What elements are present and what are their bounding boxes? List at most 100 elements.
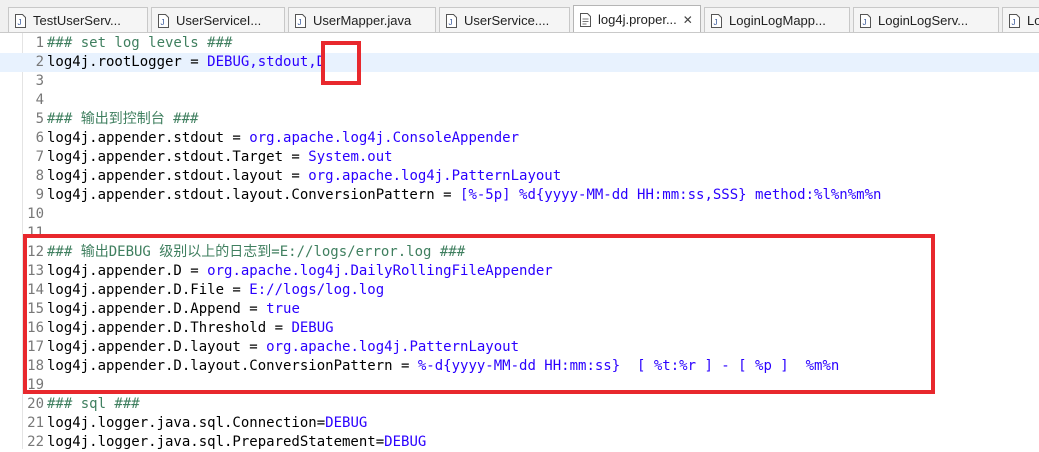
code-token: DEBUG,stdout,D — [207, 54, 326, 70]
code-token: ### — [47, 111, 81, 127]
tab-testuserservice[interactable]: J TestUserServ... — [8, 7, 148, 32]
properties-file-icon — [580, 12, 591, 27]
tab-label: log4j.proper... — [598, 12, 677, 27]
line-code: log4j.appender.stdout.Target = System.ou… — [47, 148, 393, 167]
tab-userserviceimpl[interactable]: J UserServiceI... — [151, 7, 285, 32]
line-number: 21 — [27, 415, 44, 431]
line-number: 11 — [27, 225, 44, 241]
line-code: log4j.logger.java.sql.Connection=DEBUG — [47, 414, 367, 433]
code-line[interactable]: 15 log4j.appender.D.Append = true — [0, 300, 1039, 319]
code-line[interactable]: 21 log4j.logger.java.sql.Connection=DEBUG — [0, 414, 1039, 433]
code-line[interactable]: 20 ### sql ### — [0, 395, 1039, 414]
line-code: log4j.appender.D.File = E://logs/log.log — [47, 281, 384, 300]
code-line[interactable]: 7 log4j.appender.stdout.Target = System.o… — [0, 148, 1039, 167]
code-token: 输出DEBUG 级别以上的日志到 — [80, 244, 272, 260]
code-line[interactable]: 3 — [0, 72, 1039, 91]
code-token: DEBUG — [384, 434, 427, 450]
java-file-icon: J — [860, 13, 871, 28]
tab-userservice[interactable]: J UserService.... — [439, 7, 570, 32]
java-file-icon: J — [1009, 13, 1020, 28]
tab-usermapper[interactable]: J UserMapper.java — [288, 7, 436, 32]
code-token: =E://logs/error.log ### — [271, 244, 466, 260]
line-number: 5 — [35, 111, 44, 127]
code-line[interactable]: 14 log4j.appender.D.File = E://logs/log.l… — [0, 281, 1039, 300]
code-token: log4j.appender.stdout.layout.ConversionP… — [47, 187, 461, 203]
tab-loginlogmapper[interactable]: J LoginLogMapp... — [704, 7, 850, 32]
tab-log4j-properties[interactable]: log4j.proper... ✕ — [573, 5, 701, 32]
code-token: org.apache.log4j.PatternLayout — [308, 168, 562, 184]
code-line[interactable]: 10 — [0, 205, 1039, 224]
code-token: org.apache.log4j.DailyRollingFileAppende… — [207, 263, 553, 279]
code-token: log4j.appender.D.layout.ConversionPatter… — [47, 358, 418, 374]
svg-text:J: J — [298, 18, 302, 27]
tab-label: UserService.... — [464, 13, 550, 28]
tab-label: TestUserServ... — [33, 13, 121, 28]
svg-text:J: J — [18, 18, 22, 27]
line-number: 19 — [27, 377, 44, 393]
code-token: log4j.appender.D.File = — [47, 282, 250, 298]
code-token: org.apache.log4j.ConsoleAppender — [249, 130, 520, 146]
code-line[interactable]: 13 log4j.appender.D = org.apache.log4j.Da… — [0, 262, 1039, 281]
code-token: true — [266, 301, 300, 317]
code-token: log4j.logger.java.sql.Connection= — [47, 415, 326, 431]
tab-label: UserServiceI... — [176, 13, 262, 28]
line-number: 22 — [27, 434, 44, 450]
code-line[interactable]: 1 ### set log levels ### — [0, 34, 1039, 53]
line-number: 6 — [35, 130, 44, 146]
line-number: 18 — [27, 358, 44, 374]
code-line[interactable]: 9 log4j.appender.stdout.layout.Conversion… — [0, 186, 1039, 205]
code-line[interactable]: 19 — [0, 376, 1039, 395]
tab-overflow[interactable]: J Lo — [1002, 7, 1039, 32]
java-file-icon: J — [158, 13, 169, 28]
line-number: 20 — [27, 396, 44, 412]
code-editor[interactable]: 1 ### set log levels ### 2 log4j.rootLogger… — [0, 33, 1039, 452]
svg-text:J: J — [1012, 18, 1016, 27]
line-code: ### set log levels ### — [47, 34, 232, 53]
code-line[interactable]: 11 — [0, 224, 1039, 243]
line-number: 3 — [35, 73, 44, 89]
code-line[interactable]: 5 ### 输出到控制台 ### — [0, 110, 1039, 129]
java-file-icon: J — [711, 13, 722, 28]
line-number: 13 — [27, 263, 44, 279]
code-token: 输出到控制台 — [80, 111, 165, 127]
code-token: log4j.appender.D.Append = — [47, 301, 267, 317]
line-number: 16 — [27, 320, 44, 336]
line-code: ### 输出DEBUG 级别以上的日志到=E://logs/error.log … — [47, 243, 465, 262]
code-line[interactable]: 22 log4j.logger.java.sql.PreparedStatemen… — [0, 433, 1039, 452]
code-line[interactable]: 12 ### 输出DEBUG 级别以上的日志到=E://logs/error.lo… — [0, 243, 1039, 262]
code-token: log4j.appender.D.layout = — [47, 339, 267, 355]
line-code: log4j.appender.D.layout = org.apache.log… — [47, 338, 519, 357]
line-number: 14 — [27, 282, 44, 298]
line-code: log4j.appender.D = org.apache.log4j.Dail… — [47, 262, 553, 281]
code-line[interactable]: 4 — [0, 91, 1039, 110]
svg-text:J: J — [161, 18, 165, 27]
code-token: E://logs/log.log — [249, 282, 385, 298]
code-line[interactable]: 16 log4j.appender.D.Threshold = DEBUG — [0, 319, 1039, 338]
code-token: ### set log levels ### — [47, 35, 233, 51]
tab-label: UserMapper.java — [313, 13, 412, 28]
line-number: 9 — [35, 187, 44, 203]
code-line[interactable]: 17 log4j.appender.D.layout = org.apache.l… — [0, 338, 1039, 357]
code-token: ### — [164, 111, 199, 127]
code-line[interactable]: 18 log4j.appender.D.layout.ConversionPatt… — [0, 357, 1039, 376]
code-token: %-d{yyyy-MM-dd HH:mm:ss} [ %t:%r ] - [ %… — [417, 358, 840, 374]
java-file-icon: J — [446, 13, 457, 28]
code-token: org.apache.log4j.PatternLayout — [266, 339, 520, 355]
code-token: [%-5p] %d{yyyy-MM-dd HH:mm:ss,SSS} metho… — [460, 187, 882, 203]
java-file-icon: J — [295, 13, 306, 28]
svg-text:J: J — [863, 18, 867, 27]
code-line[interactable]: 2 log4j.rootLogger = DEBUG,stdout,D — [0, 53, 1039, 72]
close-tab-icon[interactable]: ✕ — [683, 13, 693, 27]
line-code: log4j.logger.java.sql.PreparedStatement=… — [47, 433, 426, 452]
java-file-icon: J — [15, 13, 26, 28]
line-code: log4j.rootLogger = DEBUG,stdout,D — [47, 53, 325, 72]
code-line[interactable]: 8 log4j.appender.stdout.layout = org.apac… — [0, 167, 1039, 186]
line-code: log4j.appender.stdout.layout.ConversionP… — [47, 186, 881, 205]
code-line[interactable]: 6 log4j.appender.stdout = org.apache.log4… — [0, 129, 1039, 148]
tab-loginlogservice[interactable]: J LoginLogServ... — [853, 7, 999, 32]
code-token: log4j.appender.stdout.layout = — [47, 168, 309, 184]
svg-text:J: J — [449, 18, 453, 27]
line-number: 8 — [35, 168, 44, 184]
line-number: 15 — [27, 301, 44, 317]
code-token: log4j.rootLogger = — [47, 54, 208, 70]
